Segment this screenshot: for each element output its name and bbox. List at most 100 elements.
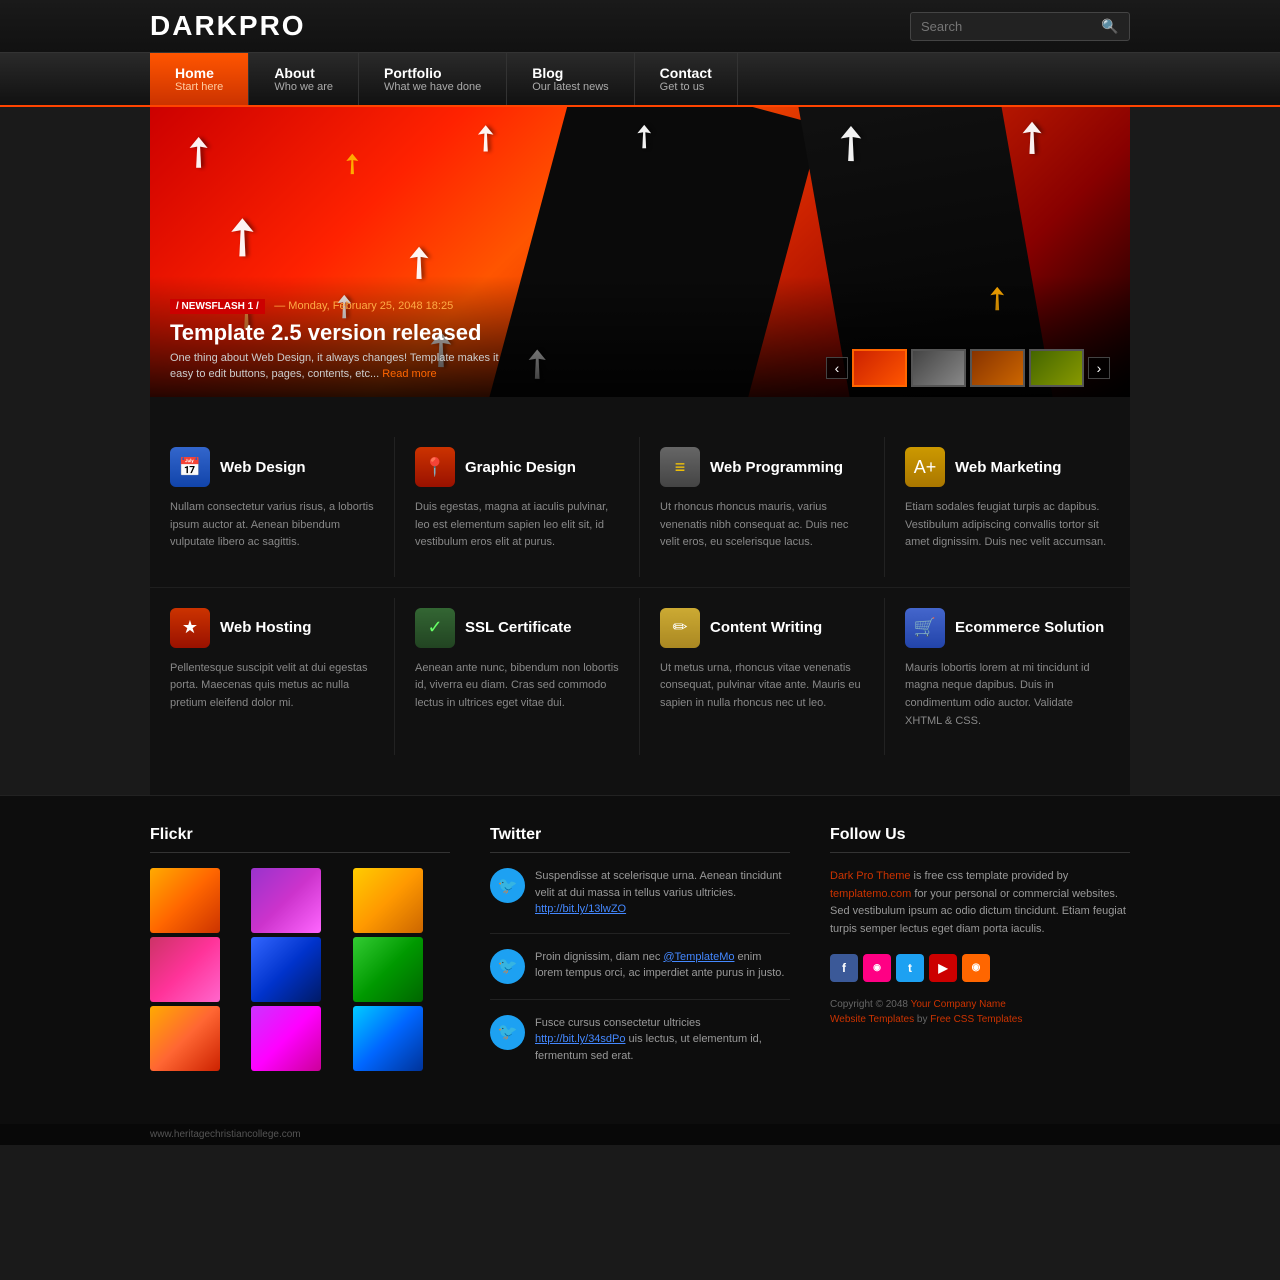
service-header: A+ Web Marketing xyxy=(905,447,1110,487)
service-item-web-marketing: A+ Web Marketing Etiam sodales feugiat t… xyxy=(885,437,1130,577)
service-title: SSL Certificate xyxy=(465,619,571,636)
flickr-thumb-6[interactable] xyxy=(353,937,423,1002)
logo-dark: DARK xyxy=(150,10,239,41)
tweet-link-2[interactable]: http://bit.ly/34sdPo xyxy=(535,1033,626,1045)
nav-home[interactable]: Home Start here xyxy=(150,53,249,105)
nav-about[interactable]: About Who we are xyxy=(249,53,359,105)
slide-thumb-4[interactable] xyxy=(1029,349,1084,387)
service-item-web-programming: ≡ Web Programming Ut rhoncus rhoncus mau… xyxy=(640,437,885,577)
flickr-thumb-8[interactable] xyxy=(251,1006,321,1071)
service-desc: Pellentesque suscipit velit at dui egest… xyxy=(170,660,374,713)
flickr-thumb-5[interactable] xyxy=(251,937,321,1002)
rss-button[interactable]: ◉ xyxy=(962,954,990,982)
flickr-thumb-3[interactable] xyxy=(353,868,423,933)
slide-thumb-2[interactable] xyxy=(911,349,966,387)
service-desc: Mauris lobortis lorem at mi tincidunt id… xyxy=(905,660,1110,730)
free-css-link[interactable]: Free CSS Templates xyxy=(930,1014,1022,1025)
hero-slider: ➚ ➚ ➚ ➚ ➚ ➚ ➚ ➚ ➚ ➚ ➚ ➚ ➚ / NEWSFLASH 1 … xyxy=(150,107,1130,397)
facebook-button[interactable]: f xyxy=(830,954,858,982)
templates-link[interactable]: Website Templates xyxy=(830,1014,914,1025)
service-desc: Aenean ante nunc, bibendum non lobortis … xyxy=(415,660,619,713)
twitter-bird-3: 🐦 xyxy=(490,1015,525,1050)
youtube-button[interactable]: ▶ xyxy=(929,954,957,982)
services-row-2: ★ Web Hosting Pellentesque suscipit veli… xyxy=(150,587,1130,755)
service-title: Ecommerce Solution xyxy=(955,619,1104,636)
nav-portfolio[interactable]: Portfolio What we have done xyxy=(359,53,507,105)
service-icon: 📍 xyxy=(415,447,455,487)
bottom-bar: www.heritagechristiancollege.com xyxy=(0,1124,1280,1145)
next-slide-button[interactable]: › xyxy=(1088,357,1110,379)
service-title: Web Design xyxy=(220,459,306,476)
newsflash-tag: / NEWSFLASH 1 / xyxy=(170,299,265,314)
twitter-button[interactable]: t xyxy=(896,954,924,982)
tweet-1: 🐦 Suspendisse at scelerisque urna. Aenea… xyxy=(490,868,790,934)
main-nav: Home Start here About Who we are Portfol… xyxy=(0,53,1280,107)
service-header: ✏ Content Writing xyxy=(660,608,864,648)
flickr-thumb-9[interactable] xyxy=(353,1006,423,1071)
service-item-web-design: 📅 Web Design Nullam consectetur varius r… xyxy=(150,437,395,577)
flickr-thumb-2[interactable] xyxy=(251,868,321,933)
social-icons: f ◉ t ▶ ◉ xyxy=(830,954,1130,982)
service-title: Web Marketing xyxy=(955,459,1061,476)
nav-contact[interactable]: Contact Get to us xyxy=(635,53,738,105)
service-item-content-writing: ✏ Content Writing Ut metus urna, rhoncus… xyxy=(640,598,885,755)
flickr-button[interactable]: ◉ xyxy=(863,954,891,982)
company-link[interactable]: Your Company Name xyxy=(911,999,1006,1010)
service-header: ≡ Web Programming xyxy=(660,447,864,487)
read-more-link[interactable]: Read more xyxy=(382,368,436,380)
tweet-text-3: Fusce cursus consectetur ultricies http:… xyxy=(535,1015,790,1065)
service-header: 📍 Graphic Design xyxy=(415,447,619,487)
services-section: 📅 Web Design Nullam consectetur varius r… xyxy=(150,397,1130,795)
follow-text: Dark Pro Theme is free css template prov… xyxy=(830,868,1130,938)
follow-title: Follow Us xyxy=(830,826,1130,853)
service-title: Web Hosting xyxy=(220,619,311,636)
service-icon: ✏ xyxy=(660,608,700,648)
hero-date: — Monday, February 25, 2048 18:25 xyxy=(274,300,453,312)
service-icon: ≡ xyxy=(660,447,700,487)
flickr-thumb-1[interactable] xyxy=(150,868,220,933)
search-input[interactable] xyxy=(921,19,1101,34)
header: DARKPRO 🔍 xyxy=(0,0,1280,53)
service-desc: Etiam sodales feugiat turpis ac dapibus.… xyxy=(905,499,1110,552)
service-title: Web Programming xyxy=(710,459,843,476)
service-icon: ✓ xyxy=(415,608,455,648)
nav-blog[interactable]: Blog Our latest news xyxy=(507,53,634,105)
tweet-3: 🐦 Fusce cursus consectetur ultricies htt… xyxy=(490,1015,790,1080)
tweet-link-1[interactable]: http://bit.ly/13lwZO xyxy=(535,903,626,915)
service-icon: A+ xyxy=(905,447,945,487)
twitter-section: Twitter 🐦 Suspendisse at scelerisque urn… xyxy=(490,826,790,1094)
service-desc: Ut rhoncus rhoncus mauris, varius venena… xyxy=(660,499,864,552)
logo-bold: PRO xyxy=(239,10,306,41)
service-desc: Duis egestas, magna at iaculis pulvinar,… xyxy=(415,499,619,552)
flickr-thumb-7[interactable] xyxy=(150,1006,220,1071)
follow-section: Follow Us Dark Pro Theme is free css tem… xyxy=(830,826,1130,1094)
service-icon: ★ xyxy=(170,608,210,648)
twitter-title: Twitter xyxy=(490,826,790,853)
hero-title: Template 2.5 version released xyxy=(170,320,1110,346)
twitter-bird-1: 🐦 xyxy=(490,868,525,903)
flickr-section: Flickr xyxy=(150,826,450,1094)
search-icon: 🔍 xyxy=(1101,18,1118,35)
hero-desc: One thing about Web Design, it always ch… xyxy=(170,351,510,382)
copyright: Copyright © 2048 Your Company Name Websi… xyxy=(830,997,1130,1027)
service-item-ssl-certificate: ✓ SSL Certificate Aenean ante nunc, bibe… xyxy=(395,598,640,755)
service-item-web-hosting: ★ Web Hosting Pellentesque suscipit veli… xyxy=(150,598,395,755)
tweet-text-1: Suspendisse at scelerisque urna. Aenean … xyxy=(535,868,790,918)
slide-thumb-1[interactable] xyxy=(852,349,907,387)
tweet-mention-1[interactable]: @TemplateMo xyxy=(663,951,734,963)
service-item-ecommerce-solution: 🛒 Ecommerce Solution Mauris lobortis lor… xyxy=(885,598,1130,755)
search-box[interactable]: 🔍 xyxy=(910,12,1130,41)
flickr-thumb-4[interactable] xyxy=(150,937,220,1002)
service-title: Graphic Design xyxy=(465,459,576,476)
service-header: ✓ SSL Certificate xyxy=(415,608,619,648)
services-row-1: 📅 Web Design Nullam consectetur varius r… xyxy=(150,437,1130,577)
prev-slide-button[interactable]: ‹ xyxy=(826,357,848,379)
service-icon: 🛒 xyxy=(905,608,945,648)
watermark-text: www.heritagechristiancollege.com xyxy=(150,1129,301,1140)
twitter-bird-2: 🐦 xyxy=(490,949,525,984)
flickr-title: Flickr xyxy=(150,826,450,853)
slide-thumb-3[interactable] xyxy=(970,349,1025,387)
service-item-graphic-design: 📍 Graphic Design Duis egestas, magna at … xyxy=(395,437,640,577)
service-desc: Ut metus urna, rhoncus vitae venenatis c… xyxy=(660,660,864,713)
tweet-2: 🐦 Proin dignissim, diam nec @TemplateMo … xyxy=(490,949,790,1000)
